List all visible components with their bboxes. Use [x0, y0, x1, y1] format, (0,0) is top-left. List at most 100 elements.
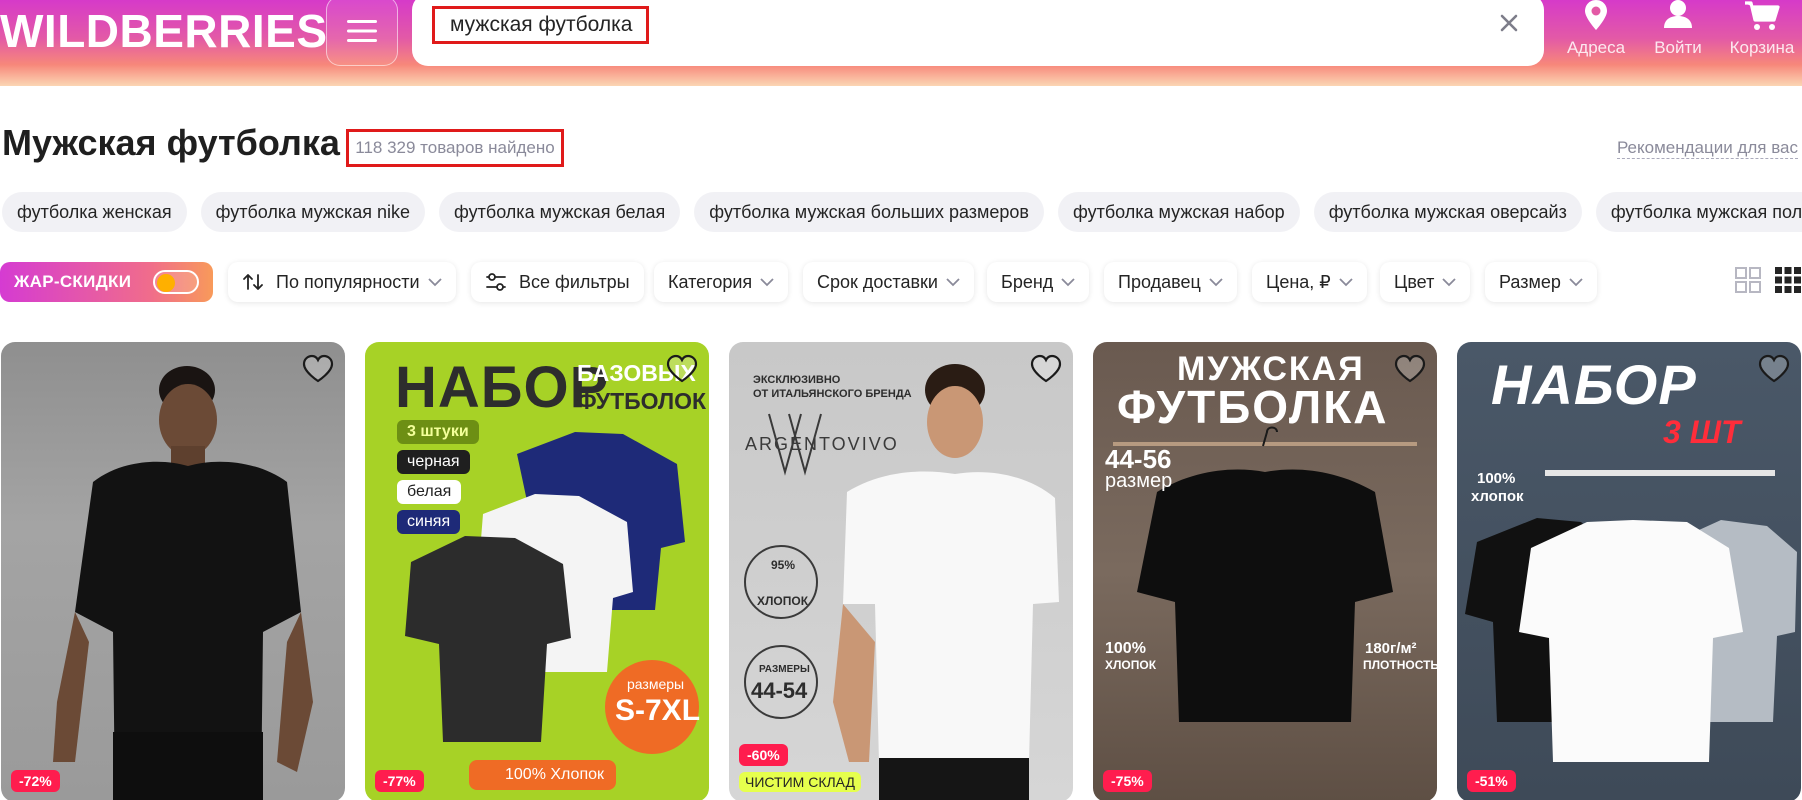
chevron-down-icon	[1569, 277, 1583, 286]
filter-category[interactable]: Категория	[654, 262, 789, 302]
sizes-value: 44-54	[751, 678, 808, 703]
chip-5[interactable]: футболка мужская набор	[1058, 192, 1300, 232]
product-subline-2: ФУТБОЛОК	[577, 388, 707, 414]
cotton-percent: 100%	[1477, 470, 1516, 487]
chip-1[interactable]: футболка женская	[2, 192, 187, 232]
search-box	[412, 0, 1544, 66]
product-subline: 3 ШТ	[1663, 414, 1741, 450]
promo-badge: ЧИСТИМ СКЛАД	[739, 772, 861, 792]
hot-discounts-toggle[interactable]: ЖАР-СКИДКИ	[0, 262, 213, 302]
heart-icon[interactable]	[301, 354, 335, 384]
brand-label: ARGENTOVIVO	[745, 434, 899, 454]
product-headline: ФУТБОЛКА	[1117, 381, 1389, 433]
nav-login-label: Войти	[1654, 38, 1702, 57]
hamburger-icon	[347, 20, 377, 42]
results-count-box: 118 329 товаров найдено	[346, 129, 564, 167]
chip-2[interactable]: футболка мужская nike	[200, 192, 426, 232]
heart-icon[interactable]	[665, 354, 699, 384]
heart-icon[interactable]	[1029, 354, 1063, 384]
nav-cart[interactable]: Корзина	[1722, 0, 1802, 62]
menu-button[interactable]	[326, 0, 398, 66]
chevron-down-icon	[1442, 277, 1456, 286]
header: WILDBERRIES Адреса Войти	[0, 0, 1802, 86]
all-filters-button[interactable]: Все фильтры	[471, 262, 644, 302]
grid-large-view-icon[interactable]	[1734, 266, 1762, 294]
cotton-label: хлопок	[1471, 488, 1524, 505]
product-image	[53, 366, 313, 800]
nav-cart-label: Корзина	[1729, 38, 1795, 57]
filter-category-label: Категория	[668, 271, 753, 292]
close-icon	[1500, 14, 1518, 32]
product-subline-2: ОТ ИТАЛЬЯНСКОГО БРЕНДА	[753, 388, 912, 400]
hot-discounts-switch[interactable]	[153, 270, 199, 294]
hot-discounts-label: ЖАР-СКИДКИ	[14, 272, 132, 291]
product-card[interactable]: ЭКСКЛЮЗИВНО ОТ ИТАЛЬЯНСКОГО БРЕНДА ARGEN…	[729, 342, 1073, 800]
page-title: Мужская футболка	[2, 122, 340, 163]
discount-badge: -72%	[11, 770, 60, 792]
chip-4[interactable]: футболка мужская больших размеров	[694, 192, 1044, 232]
chip-6[interactable]: футболка мужская оверсайз	[1313, 192, 1582, 232]
heart-icon[interactable]	[1393, 354, 1427, 384]
sizes-label: РАЗМЕРЫ	[759, 664, 810, 675]
chevron-down-icon	[760, 277, 774, 286]
suggestion-chips: футболка женская футболка мужская nike ф…	[2, 192, 1802, 232]
results-count: 118 329 товаров найдено	[355, 138, 555, 157]
product-card[interactable]: НАБОР БАЗОВЫХ ФУТБОЛОК 3 штуки черная бе…	[365, 342, 709, 800]
filter-size[interactable]: Размер	[1485, 262, 1597, 302]
search-input[interactable]	[432, 6, 1472, 44]
chip-3[interactable]: футболка мужская белая	[439, 192, 681, 232]
product-headline: НАБОР	[1491, 353, 1697, 416]
cotton-percent: 100%	[1105, 640, 1146, 657]
product-card[interactable]: НАБОР 3 ШТ 100% хлопок -51%	[1457, 342, 1801, 800]
size-label: размер	[1105, 470, 1173, 492]
filter-brand-label: Бренд	[1001, 271, 1054, 292]
filter-price-label: Цена, ₽	[1266, 271, 1331, 292]
discount-badge: -51%	[1467, 770, 1516, 792]
size-label: размеры	[627, 676, 685, 692]
discount-badge: -75%	[1103, 770, 1152, 792]
all-filters-label: Все фильтры	[519, 271, 630, 292]
sort-icon	[243, 274, 263, 290]
filter-delivery[interactable]: Срок доставки	[803, 262, 974, 302]
product-card[interactable]: МУЖСКАЯ ФУТБОЛКА 44-56 размер 100% ХЛОПО…	[1093, 342, 1437, 800]
recommendations-link[interactable]: Рекомендации для вас	[1616, 138, 1798, 159]
nav-login[interactable]: Войти	[1638, 0, 1718, 62]
logo[interactable]: WILDBERRIES	[0, 6, 328, 56]
sort-label: По популярности	[276, 271, 420, 292]
cotton-percent: 95%	[771, 558, 796, 572]
chevron-down-icon	[1209, 277, 1223, 286]
product-tag: черная	[397, 450, 470, 474]
filter-seller-label: Продавец	[1118, 271, 1201, 292]
material-label: 100% Хлопок	[469, 760, 617, 790]
chevron-down-icon	[946, 277, 960, 286]
filter-delivery-label: Срок доставки	[817, 271, 938, 292]
nav-addresses[interactable]: Адреса	[1556, 0, 1636, 62]
cotton-label: ХЛОПОК	[1105, 658, 1157, 672]
discount-badge: -77%	[375, 770, 424, 792]
chip-7[interactable]: футболка мужская поло	[1595, 192, 1802, 232]
discount-badge: -60%	[739, 744, 788, 766]
product-tag: синяя	[397, 510, 461, 534]
product-card[interactable]: -72%	[1, 342, 345, 800]
filter-seller[interactable]: Продавец	[1104, 262, 1237, 302]
sort-button[interactable]: По популярности	[228, 262, 456, 302]
product-tag: 3 штуки	[397, 420, 479, 444]
product-subline: ЭКСКЛЮЗИВНО	[753, 374, 841, 386]
filter-brand[interactable]: Бренд	[987, 262, 1090, 302]
cart-icon	[1745, 1, 1780, 30]
switch-knob	[157, 273, 175, 292]
filter-color-label: Цвет	[1394, 271, 1435, 292]
clear-search-button[interactable]	[1496, 10, 1522, 36]
filter-price[interactable]: Цена, ₽	[1252, 262, 1367, 302]
location-pin-icon	[1585, 0, 1607, 30]
heart-icon[interactable]	[1757, 354, 1791, 384]
nav-addresses-label: Адреса	[1566, 38, 1626, 57]
density-label: ПЛОТНОСТЬ	[1363, 658, 1437, 672]
chevron-down-icon	[1339, 277, 1353, 286]
grid-small-view-icon[interactable]	[1774, 266, 1802, 294]
filters-icon	[486, 273, 506, 291]
density-value: 180г/м²	[1365, 640, 1417, 657]
user-icon	[1664, 0, 1692, 28]
cotton-label: ХЛОПОК	[757, 594, 809, 608]
filter-color[interactable]: Цвет	[1380, 262, 1471, 302]
